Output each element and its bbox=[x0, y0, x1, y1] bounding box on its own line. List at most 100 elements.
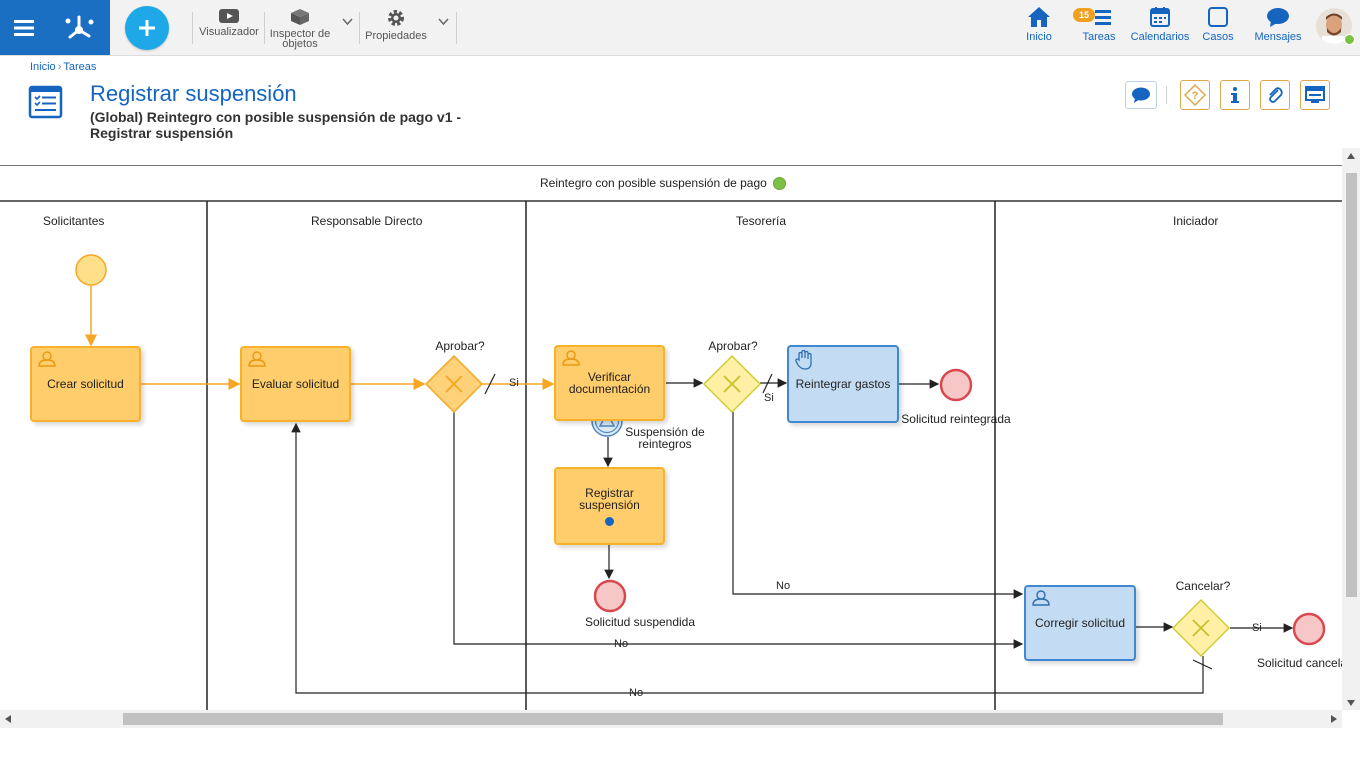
form-icon bbox=[28, 85, 63, 119]
task-label: Reintegrar gastos bbox=[795, 377, 891, 391]
user-icon bbox=[38, 351, 56, 367]
visualizer-label: Visualizador bbox=[199, 26, 259, 38]
chevron-down-icon[interactable] bbox=[342, 18, 353, 26]
page-subtitle: (Global) Reintegro con posible suspensió… bbox=[90, 109, 462, 141]
svg-text:?: ? bbox=[1192, 90, 1199, 102]
task-label: Corregir solicitud bbox=[1034, 616, 1126, 630]
info-button[interactable] bbox=[1220, 80, 1250, 110]
task-reintegrar-gastos[interactable]: Reintegrar gastos bbox=[787, 345, 899, 423]
horizontal-scroll-thumb[interactable] bbox=[123, 713, 1223, 725]
breadcrumb-home[interactable]: Inicio bbox=[30, 61, 56, 73]
flow-label: Si bbox=[1252, 622, 1262, 634]
breadcrumb-tasks[interactable]: Tareas bbox=[63, 61, 96, 73]
video-icon bbox=[219, 9, 239, 23]
monitor-icon bbox=[1305, 86, 1325, 103]
info-icon bbox=[1231, 87, 1239, 103]
calendar-icon bbox=[1150, 7, 1170, 27]
cube-icon bbox=[291, 9, 309, 25]
event-label-line2: reintegros bbox=[638, 437, 692, 451]
top-bar: Visualizador Inspector de objetos Propie… bbox=[0, 0, 1360, 56]
task-label: Crear solicitud bbox=[47, 377, 124, 391]
toolbar-separator bbox=[264, 12, 265, 44]
toolbar-separator bbox=[192, 12, 193, 44]
breadcrumb-separator: › bbox=[57, 61, 62, 73]
attachments-button[interactable] bbox=[1260, 80, 1290, 110]
gateway-aprobar-2[interactable] bbox=[702, 354, 762, 414]
task-evaluar-solicitud[interactable]: Evaluar solicitud bbox=[240, 346, 351, 422]
user-icon bbox=[1032, 590, 1050, 606]
lane-title-iniciador: Iniciador bbox=[1173, 214, 1219, 228]
flow-label: No bbox=[776, 580, 791, 592]
gateway-cancelar[interactable] bbox=[1171, 598, 1231, 658]
scroll-up-icon[interactable] bbox=[1347, 153, 1355, 159]
hand-icon bbox=[795, 350, 812, 370]
page-title: Registrar suspensión bbox=[90, 81, 297, 106]
nav-calendars[interactable]: Calendarios bbox=[1129, 6, 1191, 43]
user-icon bbox=[562, 350, 580, 366]
task-crear-solicitud[interactable]: Crear solicitud bbox=[30, 346, 141, 422]
toolbar-separator bbox=[359, 12, 360, 44]
flow-label: No bbox=[614, 638, 629, 650]
vertical-scroll-thumb[interactable] bbox=[1346, 173, 1357, 597]
visualizer-button[interactable]: Visualizador bbox=[198, 8, 260, 38]
gear-icon bbox=[388, 10, 404, 26]
nav-calendars-label: Calendarios bbox=[1130, 31, 1190, 43]
app-logo[interactable] bbox=[48, 0, 110, 55]
object-inspector-button[interactable]: Inspector de objetos bbox=[268, 8, 332, 50]
task-label: Registrar suspensión bbox=[579, 485, 640, 512]
scroll-down-icon[interactable] bbox=[1347, 700, 1355, 706]
logo-icon bbox=[65, 15, 94, 38]
current-task-indicator bbox=[605, 516, 614, 526]
flow-label: Si bbox=[764, 392, 774, 404]
nav-home[interactable]: Inicio bbox=[1021, 6, 1057, 43]
gateway-aprobar-1[interactable] bbox=[424, 354, 484, 414]
inspector-label-line2: objetos bbox=[282, 38, 318, 50]
home-icon bbox=[1028, 7, 1050, 27]
nav-tasks-label: Tareas bbox=[1082, 31, 1116, 43]
start-event[interactable] bbox=[75, 254, 107, 286]
end-event-label: Solicitud suspendida bbox=[584, 615, 696, 629]
layout-button[interactable] bbox=[1300, 80, 1330, 110]
tasks-count-badge: 15 bbox=[1073, 8, 1095, 22]
pool-title: Reintegro con posible suspensión de pago bbox=[540, 176, 786, 190]
action-separator bbox=[1166, 86, 1167, 104]
gateway-label: Aprobar? bbox=[708, 339, 758, 353]
task-label: Evaluar solicitud bbox=[251, 377, 340, 391]
nav-messages[interactable]: Mensajes bbox=[1252, 6, 1304, 43]
scroll-right-icon[interactable] bbox=[1331, 715, 1337, 723]
online-status-indicator bbox=[1344, 34, 1355, 45]
case-icon bbox=[1208, 7, 1228, 27]
add-button[interactable] bbox=[125, 6, 169, 50]
comments-button[interactable] bbox=[1125, 81, 1157, 109]
toolbar-separator bbox=[456, 12, 457, 44]
end-event-cancelada[interactable] bbox=[1292, 612, 1326, 646]
menu-icon bbox=[14, 19, 34, 36]
nav-messages-label: Mensajes bbox=[1254, 31, 1302, 43]
end-event-label: Solicitud reintegrada bbox=[901, 412, 1011, 426]
user-icon bbox=[248, 351, 266, 367]
comment-icon bbox=[1132, 87, 1150, 103]
lane-title-solicitantes: Solicitantes bbox=[43, 214, 105, 228]
end-event-suspendida[interactable] bbox=[593, 579, 627, 613]
task-verificar-documentacion[interactable]: Verificar documentación bbox=[554, 345, 665, 421]
breadcrumb: Inicio › Tareas bbox=[30, 61, 96, 73]
scroll-left-icon[interactable] bbox=[5, 715, 11, 723]
pool-title-text: Reintegro con posible suspensión de pago bbox=[540, 176, 767, 190]
paperclip-icon bbox=[1269, 87, 1283, 103]
nav-cases[interactable]: Casos bbox=[1200, 6, 1236, 43]
nav-cases-label: Casos bbox=[1202, 31, 1234, 43]
task-corregir-solicitud[interactable]: Corregir solicitud bbox=[1024, 585, 1136, 661]
flow-label: Si bbox=[509, 377, 519, 389]
chevron-down-icon[interactable] bbox=[438, 18, 449, 26]
flow-label: No bbox=[629, 687, 644, 699]
lane-title-responsable: Responsable Directo bbox=[311, 214, 423, 228]
sequence-flow[interactable] bbox=[732, 412, 1024, 599]
process-status-indicator bbox=[772, 176, 786, 190]
end-event-reintegrada[interactable] bbox=[939, 368, 973, 402]
lane-title-tesoreria: Tesorería bbox=[736, 214, 787, 228]
help-button[interactable]: ? bbox=[1180, 80, 1210, 110]
properties-button[interactable]: Propiedades bbox=[363, 8, 429, 42]
task-registrar-suspension[interactable]: Registrar suspensión bbox=[554, 467, 665, 545]
hamburger-menu-button[interactable] bbox=[0, 0, 48, 55]
sequence-flow[interactable] bbox=[453, 412, 1024, 649]
